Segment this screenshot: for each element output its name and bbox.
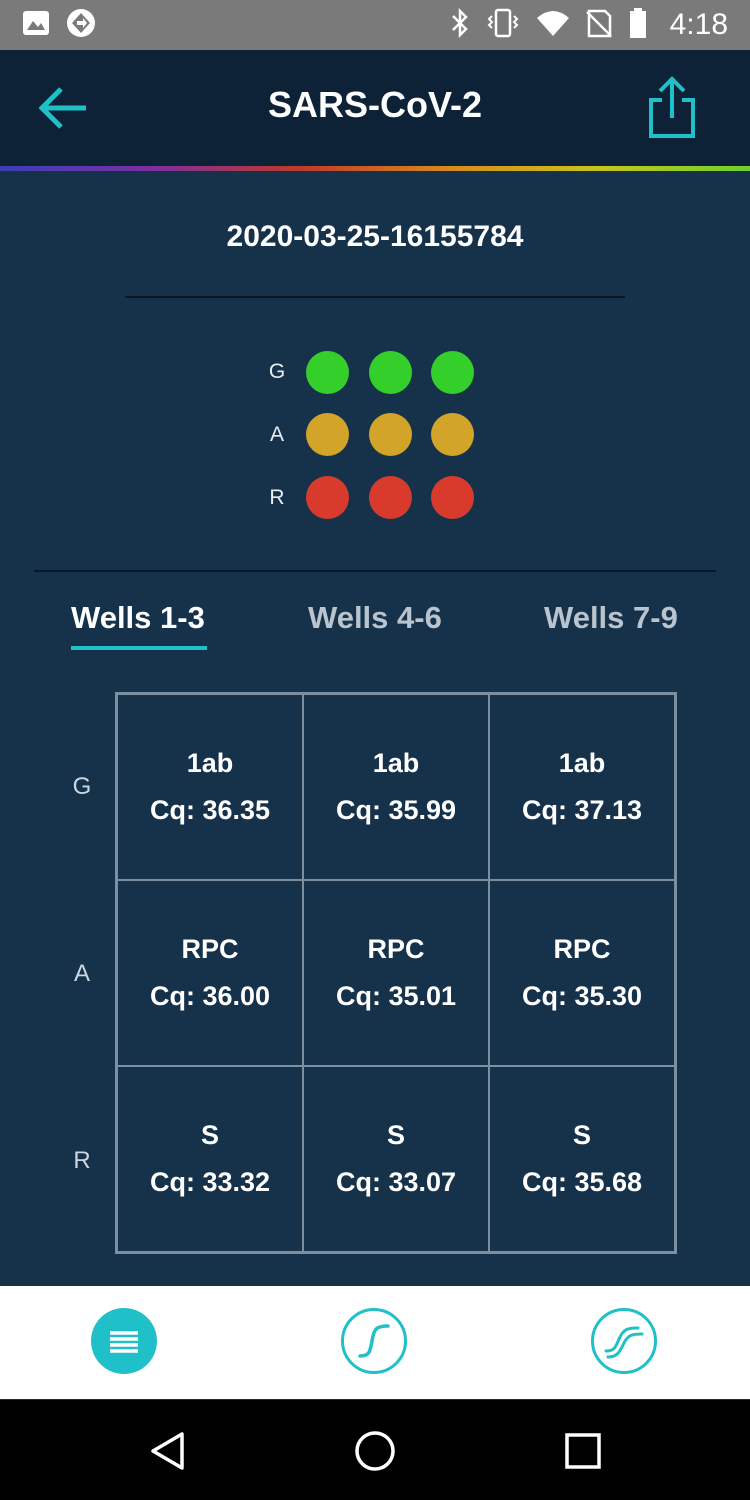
well-target: RPC bbox=[367, 934, 425, 964]
header-gradient-bar bbox=[0, 166, 750, 171]
well-cell[interactable]: RPC Cq: 35.30 bbox=[489, 880, 675, 1066]
no-sim-icon bbox=[585, 8, 612, 43]
well-cq: Cq: 35.30 bbox=[521, 981, 643, 1011]
indicator-label-a: A bbox=[269, 423, 284, 446]
share-icon bbox=[649, 76, 695, 138]
well-cell[interactable]: S Cq: 33.32 bbox=[117, 1066, 303, 1252]
well-target: 1ab bbox=[372, 748, 420, 778]
well-cq: Cq: 35.01 bbox=[335, 981, 457, 1011]
system-nav-bar bbox=[0, 1400, 750, 1500]
indicator-dot-a3 bbox=[431, 413, 474, 456]
well-cell[interactable]: RPC Cq: 36.00 bbox=[117, 880, 303, 1066]
well-cell[interactable]: 1ab Cq: 36.35 bbox=[117, 694, 303, 880]
well-target: RPC bbox=[553, 934, 611, 964]
well-target: 1ab bbox=[186, 748, 234, 778]
well-cq: Cq: 37.13 bbox=[521, 795, 643, 825]
single-curve-button[interactable] bbox=[341, 1308, 407, 1374]
multi-curve-button[interactable] bbox=[591, 1308, 657, 1374]
indicator-dot-r1 bbox=[306, 476, 349, 519]
tab-wells-4-6[interactable]: Wells 4-6 bbox=[308, 600, 442, 636]
navigation-icon bbox=[66, 8, 96, 43]
well-cq: Cq: 36.35 bbox=[149, 795, 271, 825]
indicator-label-r: R bbox=[269, 486, 285, 509]
well-cell[interactable]: S Cq: 33.07 bbox=[303, 1066, 489, 1252]
indicator-label-g: G bbox=[268, 360, 286, 383]
well-target: S bbox=[386, 1120, 405, 1150]
indicator-dot-a2 bbox=[369, 413, 412, 456]
recents-square-icon bbox=[565, 1433, 601, 1469]
bluetooth-icon bbox=[450, 7, 470, 43]
well-cq: Cq: 35.68 bbox=[521, 1167, 643, 1197]
indicator-dot-a1 bbox=[306, 413, 349, 456]
grid-row-label-r: R bbox=[73, 1147, 91, 1174]
system-home-button[interactable] bbox=[350, 1426, 400, 1476]
battery-icon bbox=[628, 7, 648, 44]
grid-row-label-a: A bbox=[73, 960, 90, 987]
indicator-dot-r3 bbox=[431, 476, 474, 519]
well-target: S bbox=[572, 1120, 591, 1150]
wifi-icon bbox=[536, 9, 570, 42]
well-target: RPC bbox=[181, 934, 239, 964]
back-triangle-icon bbox=[151, 1432, 184, 1470]
grid-row-label-g: G bbox=[72, 773, 92, 800]
divider bbox=[34, 570, 716, 572]
well-cell[interactable]: 1ab Cq: 35.99 bbox=[303, 694, 489, 880]
home-circle-icon bbox=[355, 1431, 395, 1471]
run-id: 2020-03-25-16155784 bbox=[226, 220, 524, 253]
menu-icon bbox=[110, 1331, 138, 1353]
indicator-dot-g1 bbox=[306, 351, 349, 394]
indicator-dot-r2 bbox=[369, 476, 412, 519]
system-recents-button[interactable] bbox=[558, 1426, 608, 1476]
menu-button[interactable] bbox=[91, 1308, 157, 1374]
well-target: 1ab bbox=[558, 748, 606, 778]
image-icon bbox=[22, 10, 50, 41]
vibrate-icon bbox=[486, 8, 520, 43]
status-bar: 4:18 bbox=[0, 0, 750, 50]
indicator-dot-g3 bbox=[431, 351, 474, 394]
active-tab-indicator bbox=[71, 646, 207, 650]
tab-wells-7-9[interactable]: Wells 7-9 bbox=[544, 600, 678, 636]
well-cq: Cq: 33.07 bbox=[335, 1167, 457, 1197]
page-title: SARS-CoV-2 bbox=[267, 84, 483, 125]
system-back-button[interactable] bbox=[145, 1426, 195, 1476]
well-cell[interactable]: S Cq: 35.68 bbox=[489, 1066, 675, 1252]
multi-curve-icon bbox=[604, 1326, 644, 1359]
tab-wells-1-3[interactable]: Wells 1-3 bbox=[71, 600, 205, 636]
indicator-dot-g2 bbox=[369, 351, 412, 394]
well-cell[interactable]: 1ab Cq: 37.13 bbox=[489, 694, 675, 880]
status-time: 4:18 bbox=[669, 8, 728, 41]
well-cq: Cq: 35.99 bbox=[335, 795, 457, 825]
well-cell[interactable]: RPC Cq: 35.01 bbox=[303, 880, 489, 1066]
single-curve-icon bbox=[358, 1324, 390, 1358]
well-target: S bbox=[200, 1120, 219, 1150]
well-cq: Cq: 36.00 bbox=[149, 981, 271, 1011]
wells-results-grid: 1ab Cq: 36.35 1ab Cq: 35.99 1ab Cq: 37.1… bbox=[115, 692, 677, 1254]
divider bbox=[125, 296, 625, 298]
share-button[interactable] bbox=[646, 76, 698, 142]
well-cq: Cq: 33.32 bbox=[149, 1167, 271, 1197]
bottom-nav bbox=[0, 1286, 750, 1399]
